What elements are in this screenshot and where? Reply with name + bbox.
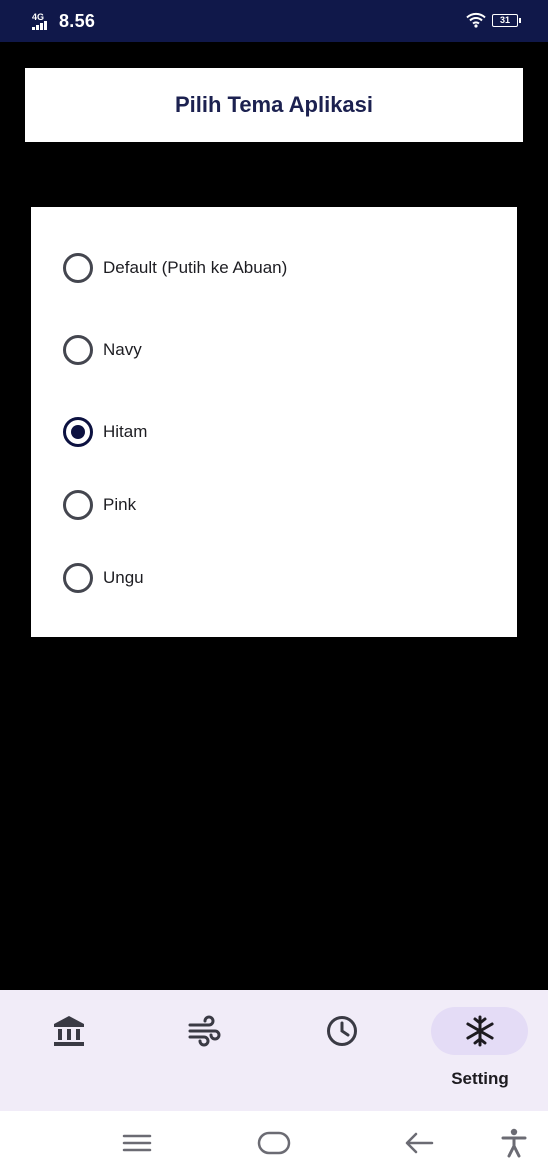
theme-option-navy[interactable]: Navy — [63, 333, 142, 367]
home-icon — [257, 1131, 291, 1155]
theme-option-ungu[interactable]: Ungu — [63, 561, 144, 595]
nav-icon-container — [300, 1007, 384, 1055]
accessibility-button[interactable] — [496, 1127, 532, 1159]
home-button[interactable] — [256, 1127, 292, 1159]
status-right: 31 — [466, 12, 521, 28]
system-navigation-bar — [0, 1111, 548, 1175]
nav-icon-container-active — [431, 1007, 528, 1055]
nav-icon-container — [163, 1007, 247, 1055]
bank-icon — [54, 1016, 84, 1046]
radio-button[interactable] — [63, 490, 93, 520]
nav-item-clock[interactable] — [292, 1007, 392, 1097]
theme-options-card: Default (Putih ke Abuan) Navy Hitam Pink… — [31, 207, 517, 637]
nav-icon-container — [27, 1007, 111, 1055]
theme-option-hitam[interactable]: Hitam — [63, 415, 147, 449]
accessibility-icon — [501, 1128, 527, 1158]
battery-icon: 31 — [492, 13, 521, 27]
nav-item-setting[interactable]: Setting — [430, 1007, 530, 1097]
theme-option-label: Default (Putih ke Abuan) — [103, 258, 288, 277]
title-card: Pilih Tema Aplikasi — [25, 68, 523, 142]
radio-button-selected[interactable] — [63, 417, 93, 447]
clock-icon — [327, 1016, 357, 1046]
nav-item-bank[interactable] — [19, 1007, 119, 1097]
theme-option-label: Hitam — [103, 422, 148, 441]
back-button[interactable] — [401, 1127, 437, 1159]
radio-button[interactable] — [63, 563, 93, 593]
menu-icon — [122, 1134, 152, 1152]
radio-button[interactable] — [63, 253, 93, 283]
radio-button[interactable] — [63, 335, 93, 365]
back-icon — [405, 1132, 434, 1154]
theme-option-label: Ungu — [103, 568, 144, 587]
theme-option-label: Pink — [103, 495, 137, 514]
wifi-icon — [466, 12, 486, 28]
theme-option-pink[interactable]: Pink — [63, 488, 136, 522]
nav-label-setting: Setting — [451, 1069, 509, 1088]
cellular-signal-icon: 4G — [32, 12, 54, 31]
theme-option-default[interactable]: Default (Putih ke Abuan) — [63, 251, 287, 285]
status-bar: 4G 8.56 31 — [0, 0, 548, 42]
menu-button[interactable] — [119, 1127, 155, 1159]
nav-item-wind[interactable] — [155, 1007, 255, 1097]
bottom-navigation: Setting — [0, 990, 548, 1111]
theme-option-label: Navy — [103, 340, 142, 359]
status-left: 4G 8.56 — [32, 11, 95, 32]
snowflake-icon — [465, 1015, 494, 1047]
status-time: 8.56 — [59, 11, 96, 31]
wind-icon — [188, 1015, 221, 1047]
page-title: Pilih Tema Aplikasi — [174, 92, 374, 117]
